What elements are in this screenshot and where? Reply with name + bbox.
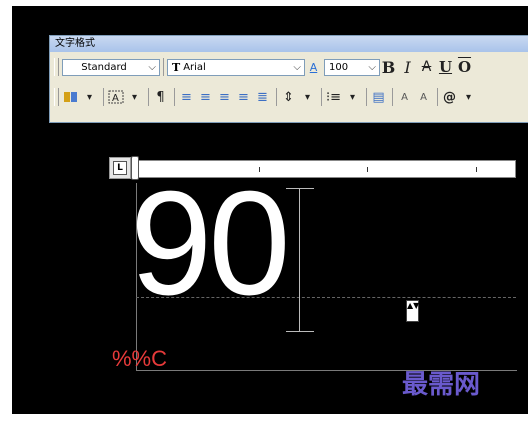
numbering-icon[interactable]: ⁝≡ xyxy=(325,87,342,107)
columns-icon[interactable] xyxy=(62,87,79,107)
chevron-down-icon: ⌵ xyxy=(368,61,376,73)
text-height-indicator-bottom xyxy=(286,331,314,332)
separator xyxy=(174,88,175,106)
separator xyxy=(437,88,438,106)
paragraph-icon[interactable]: ¶ xyxy=(152,87,169,107)
align-center-icon[interactable]: ≡ xyxy=(197,87,214,107)
toolbar-grip[interactable] xyxy=(54,88,59,106)
separator xyxy=(148,88,149,106)
svg-text:A: A xyxy=(112,93,119,104)
distribute-icon[interactable]: ≣ xyxy=(254,87,271,107)
font-dropdown[interactable]: T Arial ⌵ xyxy=(167,58,305,76)
font-value: Arial xyxy=(183,61,206,73)
text-height-indicator-top xyxy=(286,188,314,189)
justify-icon[interactable]: ≡ xyxy=(235,87,252,107)
text-height-value: 100 xyxy=(329,61,349,73)
text-height-dropdown[interactable]: 100 ⌵ xyxy=(324,58,380,76)
separator xyxy=(392,88,393,106)
left-tab-icon: L xyxy=(113,161,127,175)
separator xyxy=(276,88,277,106)
mtext-content[interactable]: 90 xyxy=(130,170,291,318)
chevron-down-icon[interactable]: ▾ xyxy=(81,87,98,107)
tab-selector[interactable]: L xyxy=(109,157,131,179)
style-value: Standard xyxy=(81,61,127,73)
separator xyxy=(321,88,322,106)
line-spacing-icon[interactable]: ⇕ xyxy=(280,87,297,107)
text-formatting-toolbar: 文字格式 Standard ⌵ T Arial ⌵ A 100 ⌵ B I A … xyxy=(49,35,528,123)
toolbar-grip[interactable] xyxy=(54,58,59,76)
style-dropdown[interactable]: Standard ⌵ xyxy=(62,58,160,76)
stack-options-button[interactable]: ▲▼ xyxy=(406,300,419,322)
toolbar-row-2: ▾ A ▾ ¶ ≡ ≡ ≡ ≡ ≣ ⇕ ▾ ⁝≡ ▾ ▤ A A @ ▾ xyxy=(54,85,479,109)
separator xyxy=(366,88,367,106)
chevron-down-icon[interactable]: ▾ xyxy=(299,87,316,107)
overline-button[interactable]: O xyxy=(456,57,473,77)
separator xyxy=(163,58,164,76)
ruler-tick xyxy=(476,167,477,172)
chevron-down-icon: ⌵ xyxy=(148,61,156,73)
underline-button[interactable]: U xyxy=(437,57,454,77)
insert-field-icon[interactable]: ▤ xyxy=(370,87,387,107)
ruler-tick xyxy=(367,167,368,172)
text-height-indicator xyxy=(299,188,300,331)
chevron-down-icon[interactable]: ▾ xyxy=(460,87,477,107)
toolbar-title: 文字格式 xyxy=(50,36,528,52)
italic-button[interactable]: I xyxy=(399,57,416,77)
truetype-font-icon: T xyxy=(172,60,181,74)
mtext-justification-icon[interactable]: A xyxy=(107,87,124,107)
chevron-down-icon: ⌵ xyxy=(293,61,301,73)
chevron-down-icon[interactable]: ▾ xyxy=(126,87,143,107)
align-left-icon[interactable]: ≡ xyxy=(178,87,195,107)
uppercase-button[interactable]: A xyxy=(396,87,413,107)
lowercase-button[interactable]: A xyxy=(415,87,432,107)
bold-button[interactable]: B xyxy=(380,57,397,77)
annotative-button[interactable]: A xyxy=(305,57,322,77)
align-right-icon[interactable]: ≡ xyxy=(216,87,233,107)
separator xyxy=(103,88,104,106)
symbol-button[interactable]: @ xyxy=(441,87,458,107)
toolbar-row-1: Standard ⌵ T Arial ⌵ A 100 ⌵ B I A U O xyxy=(54,55,475,79)
watermark: 最需网 xyxy=(402,370,481,400)
strikethrough-button[interactable]: A xyxy=(418,57,435,77)
chevron-down-icon[interactable]: ▾ xyxy=(344,87,361,107)
diameter-code-text: %%C xyxy=(112,346,168,371)
stack-arrows-icon: ▲▼ xyxy=(407,301,420,310)
